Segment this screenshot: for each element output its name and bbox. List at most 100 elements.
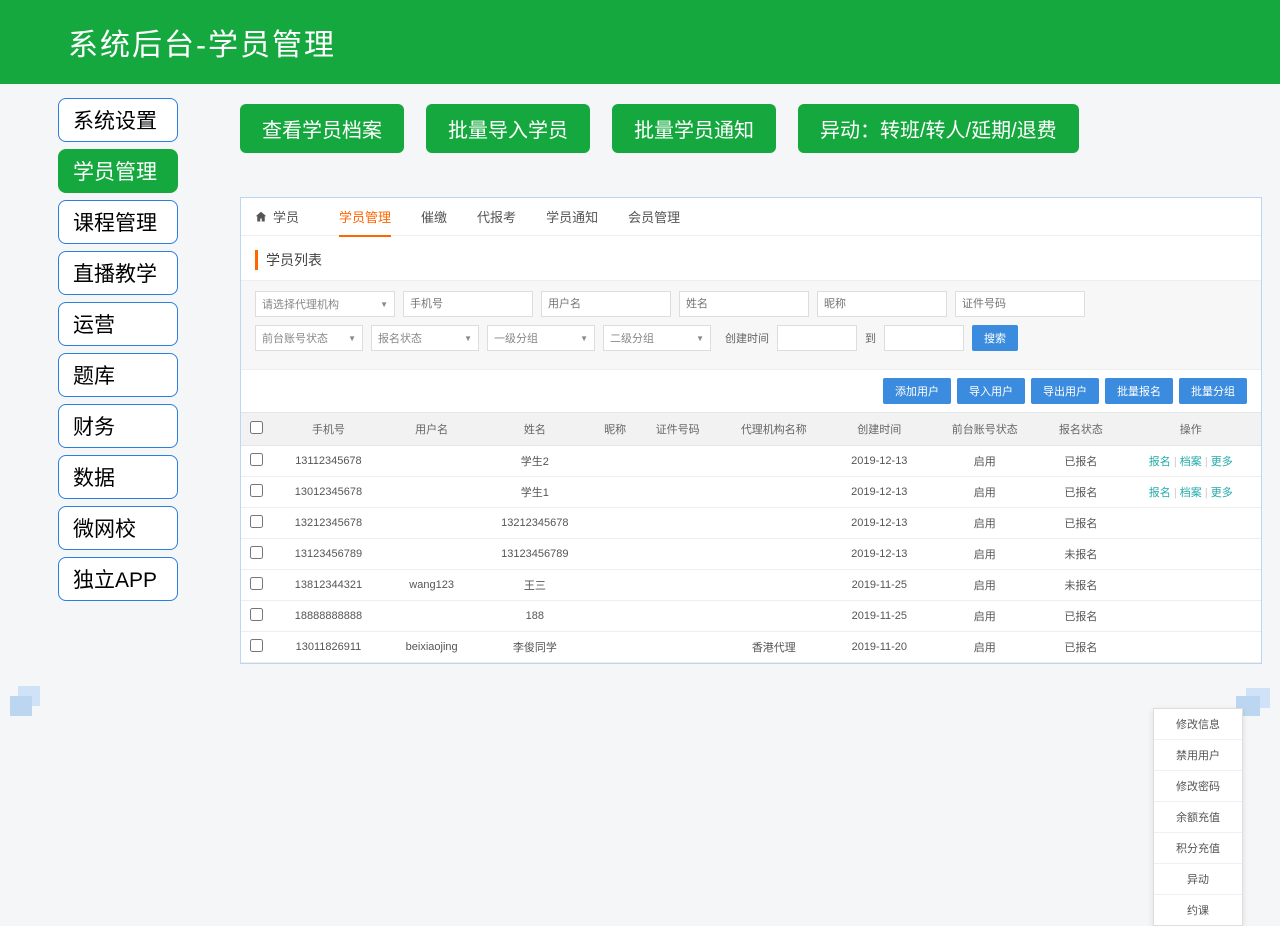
dropdown-item-5[interactable]: 异动 bbox=[1154, 864, 1242, 895]
cell bbox=[592, 508, 638, 539]
cell: 启用 bbox=[928, 477, 1041, 508]
table-row: 13123456789131234567892019-12-13启用未报名 bbox=[241, 539, 1261, 570]
sidebar-item-7[interactable]: 数据 bbox=[58, 455, 178, 499]
table-row: 13212345678132123456782019-12-13启用已报名 bbox=[241, 508, 1261, 539]
page-title: 系统后台-学员管理 bbox=[68, 20, 1280, 64]
cell: beixiaojing bbox=[386, 632, 478, 663]
enroll-status: 已报名 bbox=[1041, 477, 1120, 508]
op-more[interactable]: 更多 bbox=[1211, 487, 1233, 499]
cell bbox=[592, 632, 638, 663]
top-action-3[interactable]: 异动：转班/转人/延期/退费 bbox=[798, 104, 1079, 153]
row-checkbox[interactable] bbox=[250, 608, 263, 621]
op-enroll[interactable]: 报名 bbox=[1149, 487, 1171, 499]
cell bbox=[638, 446, 717, 477]
ops-cell: 报名 | 档案 | 更多 bbox=[1121, 477, 1261, 508]
dropdown-item-4[interactable]: 积分充值 bbox=[1154, 833, 1242, 864]
cell: 学生2 bbox=[477, 446, 592, 477]
row-checkbox[interactable] bbox=[250, 639, 263, 652]
top-action-2[interactable]: 批量学员通知 bbox=[612, 104, 776, 153]
row-checkbox[interactable] bbox=[250, 515, 263, 528]
cell: wang123 bbox=[386, 570, 478, 601]
cell bbox=[592, 477, 638, 508]
cell: 启用 bbox=[928, 539, 1041, 570]
col-header-6: 代理机构名称 bbox=[717, 413, 830, 446]
col-header-2: 用户名 bbox=[386, 413, 478, 446]
table-row: 13112345678学生22019-12-13启用已报名报名 | 档案 | 更… bbox=[241, 446, 1261, 477]
op-more[interactable]: 更多 bbox=[1211, 456, 1233, 468]
panel-tab-4[interactable]: 会员管理 bbox=[628, 197, 680, 237]
cell bbox=[638, 477, 717, 508]
cell: 13212345678 bbox=[271, 508, 386, 539]
nickname-input[interactable] bbox=[817, 291, 947, 317]
phone-input[interactable] bbox=[403, 291, 533, 317]
table-row: 13011826911beixiaojing李俊同学香港代理2019-11-20… bbox=[241, 632, 1261, 663]
search-button[interactable]: 搜索 bbox=[972, 325, 1018, 351]
cell: 13012345678 bbox=[271, 477, 386, 508]
row-checkbox[interactable] bbox=[250, 453, 263, 466]
front-status-select[interactable]: 前台账号状态 bbox=[255, 325, 363, 351]
col-header-3: 姓名 bbox=[477, 413, 592, 446]
panel-tab-0[interactable]: 学员管理 bbox=[339, 197, 391, 237]
row-checkbox[interactable] bbox=[250, 577, 263, 590]
dropdown-item-2[interactable]: 修改密码 bbox=[1154, 771, 1242, 802]
col-header-7: 创建时间 bbox=[830, 413, 928, 446]
bulk-btn-4[interactable]: 批量分组 bbox=[1179, 378, 1247, 404]
bulk-btn-1[interactable]: 导入用户 bbox=[957, 378, 1025, 404]
row-checkbox[interactable] bbox=[250, 484, 263, 497]
cell bbox=[386, 508, 478, 539]
cell: 启用 bbox=[928, 508, 1041, 539]
op-archive[interactable]: 档案 bbox=[1180, 487, 1202, 499]
name-input[interactable] bbox=[679, 291, 809, 317]
dropdown-item-3[interactable]: 余额充值 bbox=[1154, 802, 1242, 833]
home-icon bbox=[255, 211, 267, 223]
panel-tab-2[interactable]: 代报考 bbox=[477, 197, 516, 237]
idcard-input[interactable] bbox=[955, 291, 1085, 317]
bulk-btn-2[interactable]: 导出用户 bbox=[1031, 378, 1099, 404]
bulk-btn-0[interactable]: 添加用户 bbox=[883, 378, 951, 404]
sidebar-item-1[interactable]: 学员管理 bbox=[58, 149, 178, 193]
sidebar-item-0[interactable]: 系统设置 bbox=[58, 98, 178, 142]
cell: 13011826911 bbox=[271, 632, 386, 663]
cell bbox=[386, 477, 478, 508]
sidebar-item-4[interactable]: 运营 bbox=[58, 302, 178, 346]
sidebar-item-5[interactable]: 题库 bbox=[58, 353, 178, 397]
cell: 13123456789 bbox=[477, 539, 592, 570]
username-input[interactable] bbox=[541, 291, 671, 317]
dropdown-item-6[interactable]: 约课 bbox=[1154, 895, 1242, 925]
more-dropdown[interactable]: 修改信息禁用用户修改密码余额充值积分充值异动约课 bbox=[1153, 708, 1243, 926]
col-header-4: 昵称 bbox=[592, 413, 638, 446]
student-panel: 学员 学员管理催缴代报考学员通知会员管理 学员列表 请选择代理机构 前台账号状态… bbox=[240, 197, 1262, 664]
row-checkbox[interactable] bbox=[250, 546, 263, 559]
op-enroll[interactable]: 报名 bbox=[1149, 456, 1171, 468]
date-from-input[interactable] bbox=[777, 325, 857, 351]
cell: 13112345678 bbox=[271, 446, 386, 477]
top-action-1[interactable]: 批量导入学员 bbox=[426, 104, 590, 153]
cell: 启用 bbox=[928, 570, 1041, 601]
sidebar-item-2[interactable]: 课程管理 bbox=[58, 200, 178, 244]
enroll-status: 未报名 bbox=[1041, 539, 1120, 570]
panel-tab-3[interactable]: 学员通知 bbox=[546, 197, 598, 237]
date-to-input[interactable] bbox=[884, 325, 964, 351]
group1-select[interactable]: 一级分组 bbox=[487, 325, 595, 351]
dropdown-item-1[interactable]: 禁用用户 bbox=[1154, 740, 1242, 771]
bulk-btn-3[interactable]: 批量报名 bbox=[1105, 378, 1173, 404]
student-table: 手机号用户名姓名昵称证件号码代理机构名称创建时间前台账号状态报名状态操作 131… bbox=[241, 412, 1261, 663]
sidebar-item-8[interactable]: 微网校 bbox=[58, 506, 178, 550]
col-header-0 bbox=[241, 413, 271, 446]
top-action-0[interactable]: 查看学员档案 bbox=[240, 104, 404, 153]
sidebar-item-3[interactable]: 直播教学 bbox=[58, 251, 178, 295]
panel-home[interactable]: 学员 bbox=[255, 207, 299, 226]
op-archive[interactable]: 档案 bbox=[1180, 456, 1202, 468]
decoration-bottom-left bbox=[10, 686, 44, 716]
group2-select[interactable]: 二级分组 bbox=[603, 325, 711, 351]
dropdown-item-0[interactable]: 修改信息 bbox=[1154, 709, 1242, 740]
cell bbox=[386, 446, 478, 477]
sidebar-item-9[interactable]: 独立APP bbox=[58, 557, 178, 601]
agency-select[interactable]: 请选择代理机构 bbox=[255, 291, 395, 317]
check-all[interactable] bbox=[250, 421, 263, 434]
sidebar-nav: 系统设置学员管理课程管理直播教学运营题库财务数据微网校独立APP bbox=[0, 98, 210, 664]
sidebar-item-6[interactable]: 财务 bbox=[58, 404, 178, 448]
enroll-status-select[interactable]: 报名状态 bbox=[371, 325, 479, 351]
cell bbox=[386, 601, 478, 632]
panel-tab-1[interactable]: 催缴 bbox=[421, 197, 447, 237]
